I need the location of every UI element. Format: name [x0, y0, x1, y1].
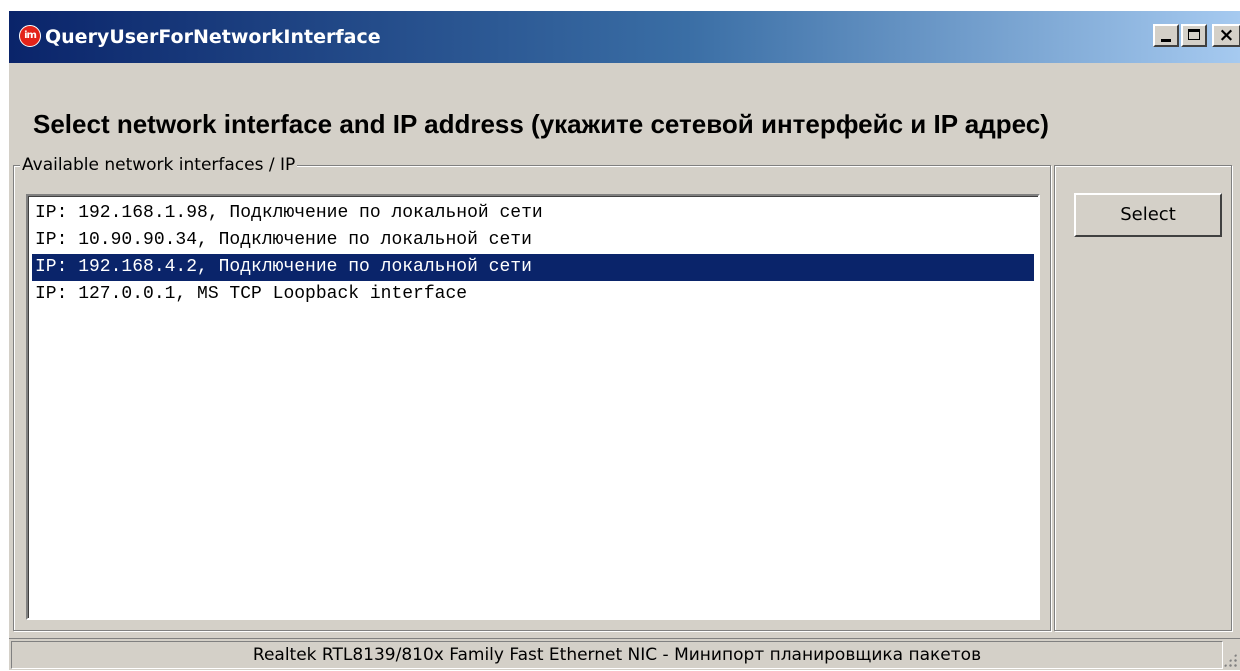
groupbox-legend: Available network interfaces / IP [20, 155, 298, 175]
list-item[interactable]: IP: 192.168.4.2, Подключение по локально… [32, 254, 1034, 281]
status-bar: Realtek RTL8139/810x Family Fast Etherne… [9, 638, 1240, 671]
page-heading: Select network interface and IP address … [33, 109, 1049, 139]
listbox-items: IP: 192.168.1.98, Подключение по локальн… [32, 200, 1034, 308]
close-icon: × [1218, 24, 1235, 46]
interfaces-listbox[interactable]: IP: 192.168.1.98, Подключение по локальн… [26, 194, 1040, 620]
dialog-window: im QueryUserForNetworkInterface × Select… [8, 10, 1240, 670]
app-icon-text: im [24, 30, 37, 41]
window-title: QueryUserForNetworkInterface [45, 26, 381, 48]
interfaces-groupbox: Available network interfaces / IP IP: 19… [13, 155, 1051, 631]
select-button[interactable]: Select [1074, 193, 1222, 237]
minimize-button[interactable] [1153, 24, 1179, 47]
status-text: Realtek RTL8139/810x Family Fast Etherne… [11, 641, 1223, 669]
resize-grip-icon[interactable] [1223, 653, 1237, 667]
maximize-icon [1188, 29, 1200, 40]
list-item[interactable]: IP: 127.0.0.1, MS TCP Loopback interface [32, 281, 1034, 308]
close-button[interactable]: × [1212, 24, 1240, 47]
list-item[interactable]: IP: 192.168.1.98, Подключение по локальн… [32, 200, 1034, 227]
title-bar[interactable]: im QueryUserForNetworkInterface × [9, 11, 1240, 63]
app-icon[interactable]: im [19, 25, 41, 47]
list-item[interactable]: IP: 10.90.90.34, Подключение по локально… [32, 227, 1034, 254]
actions-panel: Select [1054, 165, 1232, 631]
minimize-icon [1161, 39, 1171, 42]
maximize-button[interactable] [1181, 24, 1207, 47]
